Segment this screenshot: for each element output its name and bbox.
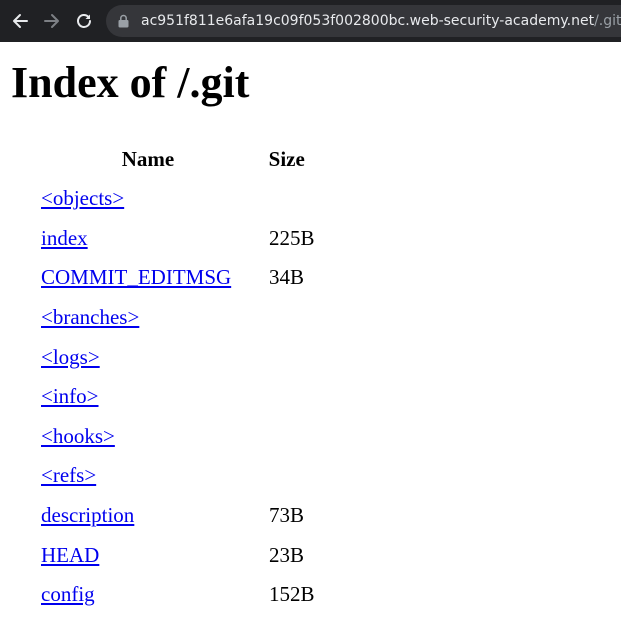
file-size-cell: [257, 337, 317, 377]
file-size-cell: 225B: [269, 225, 315, 250]
file-link[interactable]: config: [41, 582, 95, 606]
table-row: index 225B: [39, 219, 317, 259]
table-row: HEAD 23B: [39, 535, 317, 575]
table-row: COMMIT_EDITMSG 34B: [39, 258, 317, 298]
file-link[interactable]: <objects>: [41, 186, 124, 210]
file-link[interactable]: COMMIT_EDITMSG: [41, 265, 231, 289]
arrow-left-icon: [13, 14, 28, 28]
page-content: Index of /.git Name Size <objects> index 2…: [0, 54, 621, 615]
arrow-right-icon: [44, 14, 59, 28]
file-size-cell: [257, 377, 317, 417]
file-link[interactable]: <hooks>: [41, 424, 115, 448]
table-row: config 152B: [39, 575, 317, 615]
table-row: <branches>: [39, 298, 317, 338]
file-size-cell: [257, 298, 317, 338]
file-size-cell: [257, 179, 317, 219]
file-link[interactable]: <logs>: [41, 345, 100, 369]
file-name-cell: <refs>: [39, 456, 257, 496]
file-name-cell: HEAD: [39, 535, 257, 575]
file-link[interactable]: <branches>: [41, 305, 139, 329]
file-link[interactable]: HEAD: [41, 543, 99, 567]
file-name-cell: config: [39, 575, 257, 615]
reload-icon: [77, 14, 91, 28]
file-link[interactable]: <refs>: [41, 463, 96, 487]
file-link[interactable]: index: [41, 226, 88, 250]
table-row: <refs>: [39, 456, 317, 496]
url-host: ac951f811e6afa19c09f053f002800bc.web-sec…: [141, 13, 595, 29]
file-name-cell: <logs>: [39, 337, 257, 377]
table-row: <logs>: [39, 337, 317, 377]
file-name-cell: <hooks>: [39, 417, 257, 457]
page-title: Index of /.git: [11, 58, 250, 107]
file-name-cell: <branches>: [39, 298, 257, 338]
back-button[interactable]: [6, 7, 34, 35]
file-name-cell: <objects>: [39, 179, 257, 219]
file-size-cell: 34B: [269, 265, 305, 290]
table-row: <hooks>: [39, 417, 317, 457]
browser-toolbar: ac951f811e6afa19c09f053f002800bc.web-sec…: [0, 0, 621, 42]
file-link[interactable]: <info>: [41, 384, 99, 408]
file-size-cell: 23B: [269, 542, 305, 567]
table-row: <objects>: [39, 179, 317, 219]
reload-button[interactable]: [70, 7, 98, 35]
file-size-cell: 73B: [269, 503, 305, 528]
file-name-cell: description: [39, 496, 257, 536]
file-size-cell: [257, 456, 317, 496]
file-table: Name Size <objects> index 225B COMMIT_EDITM…: [39, 139, 317, 615]
file-name-cell: COMMIT_EDITMSG: [39, 258, 257, 298]
table-header-row: Name Size: [39, 139, 317, 179]
file-name-cell: index: [39, 219, 257, 259]
column-header-name: Name: [121, 146, 175, 171]
lock-icon: [118, 13, 132, 29]
file-link[interactable]: description: [41, 503, 134, 527]
url-text: ac951f811e6afa19c09f053f002800bc.web-sec…: [141, 13, 621, 29]
forward-button[interactable]: [38, 7, 66, 35]
address-bar[interactable]: ac951f811e6afa19c09f053f002800bc.web-sec…: [106, 5, 621, 37]
table-row: description 73B: [39, 496, 317, 536]
file-size-cell: [257, 417, 317, 457]
file-size-cell: 152B: [269, 582, 315, 607]
file-name-cell: <info>: [39, 377, 257, 417]
table-row: <info>: [39, 377, 317, 417]
file-list: <objects> index 225B COMMIT_EDITMSG 34B <bran…: [39, 179, 317, 615]
column-header-size: Size: [268, 146, 305, 171]
url-path: /.git: [594, 13, 621, 29]
